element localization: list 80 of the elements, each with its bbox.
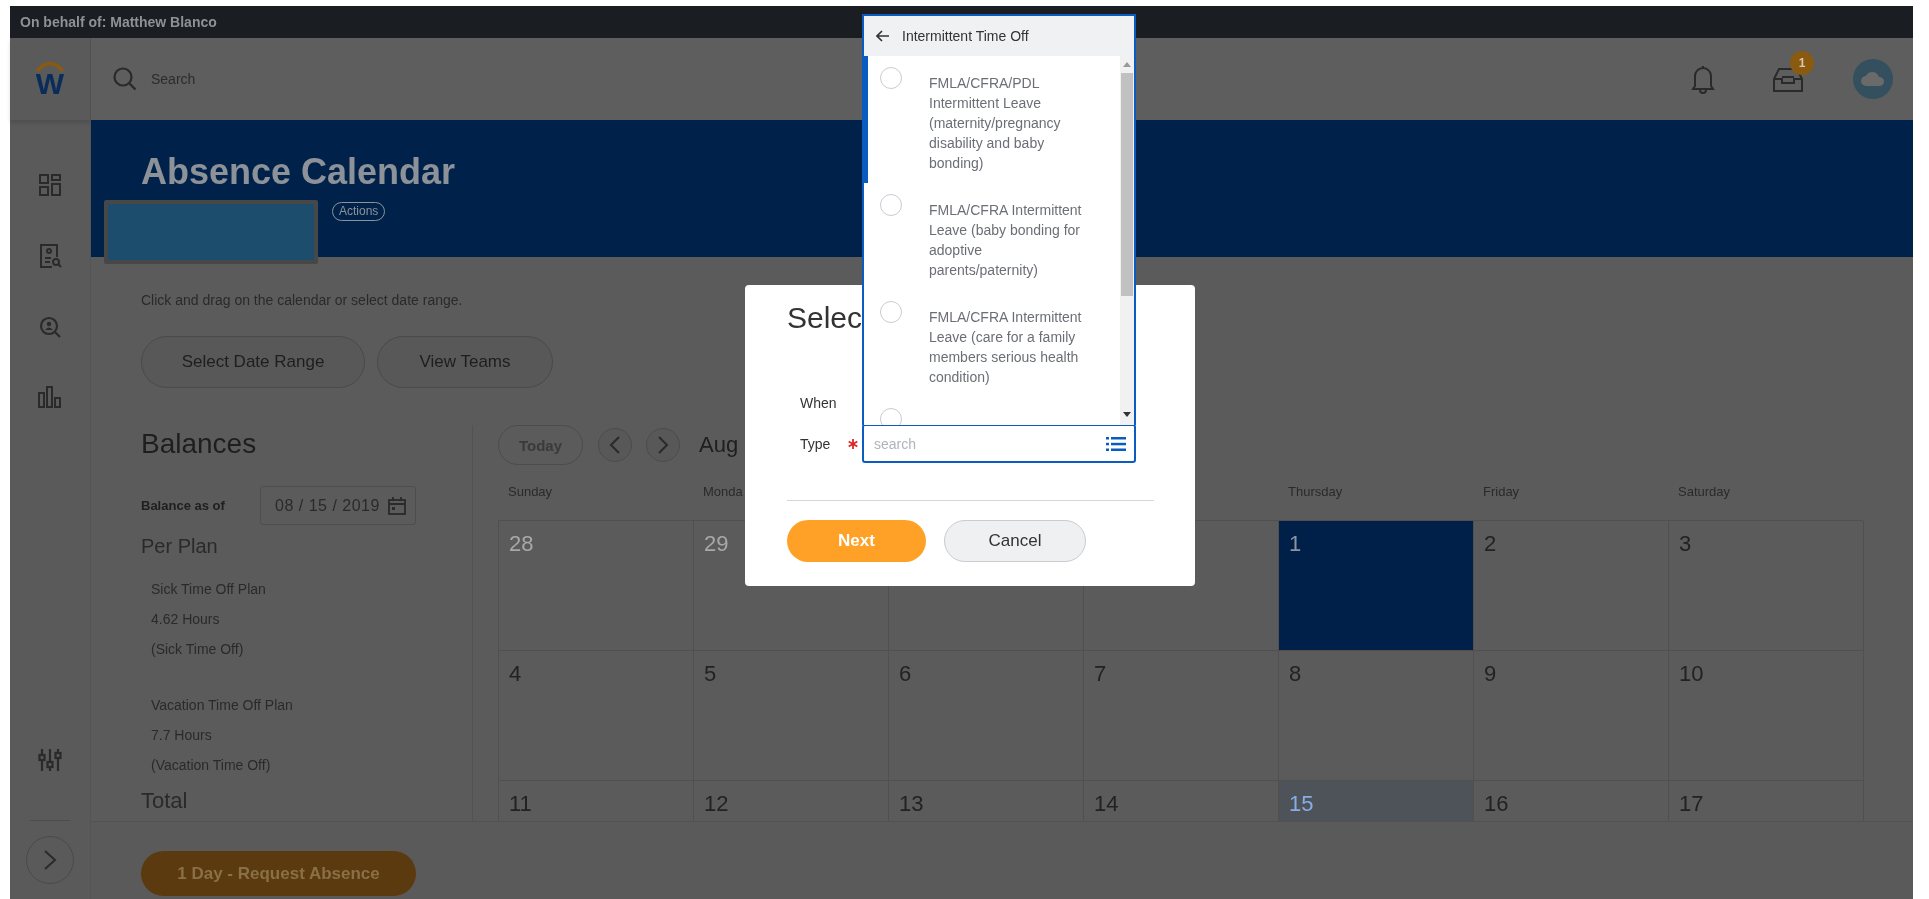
inbox-icon[interactable] [1772,65,1804,93]
request-absence-button[interactable]: 1 Day - Request Absence [141,851,416,896]
calendar-day[interactable]: 1 [1279,521,1474,651]
dialog-button[interactable]: Next [787,520,926,562]
calendar-day[interactable]: 15 [1279,781,1474,821]
action-button[interactable]: Select Date Range [141,336,365,388]
field-label: When [800,395,838,411]
day-number: 10 [1679,661,1704,686]
calendar-day[interactable]: 3 [1669,521,1864,651]
day-number: 7 [1094,661,1107,686]
day-number: 29 [704,531,729,556]
calendar-day[interactable]: 28 [499,521,694,651]
day-number: 16 [1484,791,1509,816]
chevron-right-icon [43,849,57,871]
radio-button[interactable] [880,194,902,216]
day-number: 12 [704,791,729,816]
chevron-right-icon [657,435,669,455]
day-number: 14 [1094,791,1119,816]
balance-date-label: Balance as of [141,498,226,513]
day-number: 5 [704,661,717,686]
day-number: 13 [899,791,924,816]
day-number: 11 [509,791,532,816]
notifications-icon[interactable] [1690,63,1716,95]
month-title: Aug [699,432,739,458]
scroll-up-icon[interactable] [1123,62,1131,67]
calendar-day[interactable]: 6 [889,651,1084,781]
list-icon[interactable] [1106,436,1126,452]
day-number: 1 [1289,531,1302,556]
search-field[interactable]: search [862,424,1136,463]
page-title: Absence Calendar [141,152,456,192]
day-number: 4 [509,661,522,686]
dialog-button[interactable]: Cancel [944,520,1086,562]
calendar-day[interactable]: 9 [1474,651,1669,781]
expand-button[interactable] [26,836,74,884]
day-number: 28 [509,531,534,556]
day-number: 8 [1289,661,1302,686]
dropdown-title: Intermittent Time Off [902,28,1029,44]
radio-button[interactable] [880,408,902,425]
action-button[interactable]: View Teams [377,336,553,388]
required-icon [848,438,858,449]
balances-heading: Balances [141,427,258,461]
scroll-down-icon[interactable] [1123,412,1131,417]
day-number: 2 [1484,531,1497,556]
next-month-button[interactable] [646,428,680,462]
previous-month-button[interactable] [598,428,632,462]
scrollbar[interactable] [1120,56,1134,425]
inbox-badge: 1 [1790,51,1814,75]
bar-chart-icon[interactable] [37,385,63,409]
logo[interactable]: W [10,38,90,120]
day-number: 6 [899,661,912,686]
back-arrow-icon[interactable] [876,30,890,42]
option-item[interactable]: FMLA/CFRA Intermittent Leave (care for a family members serious health condition) [864,290,1120,397]
field-label: Type [800,435,832,452]
radio-button[interactable] [880,301,902,323]
dropdown-header[interactable]: Intermittent Time Off [864,16,1134,56]
calendar-day[interactable]: 2 [1474,521,1669,651]
calendar-day[interactable]: 5 [694,651,889,781]
dialog-title: Selec [787,300,863,336]
calendar-day[interactable]: 4 [499,651,694,781]
day-number: 3 [1679,531,1692,556]
calendar-day[interactable]: 10 [1669,651,1864,781]
calendar-icon[interactable] [387,495,407,516]
sliders-icon[interactable] [38,747,62,773]
radio-button[interactable] [880,67,902,89]
option-item[interactable]: FMLA/CFRA Intermittent Leave (baby bonding for adoptive parents/paternity) [864,183,1120,290]
cloud-icon [1860,71,1886,87]
chevron-left-icon [609,435,621,455]
day-number: 15 [1289,791,1314,816]
option-item[interactable]: FMLA/CFRA/PDL Intermittent Leave (maternity/pregnancy disability and baby bonding) [864,56,1120,183]
profile-search-icon[interactable] [38,243,62,269]
dashboard-icon[interactable] [38,173,62,197]
avatar[interactable] [1853,59,1893,99]
person-search-icon[interactable] [38,315,62,339]
calendar-day[interactable]: 7 [1084,651,1279,781]
day-number: 17 [1679,791,1704,816]
arc-icon [34,60,66,72]
on-behalf-text: On behalf of: Matthew Blanco [20,14,217,30]
logo-letter: W [35,70,65,98]
day-number: 9 [1484,661,1497,686]
search-icon[interactable] [112,66,138,92]
